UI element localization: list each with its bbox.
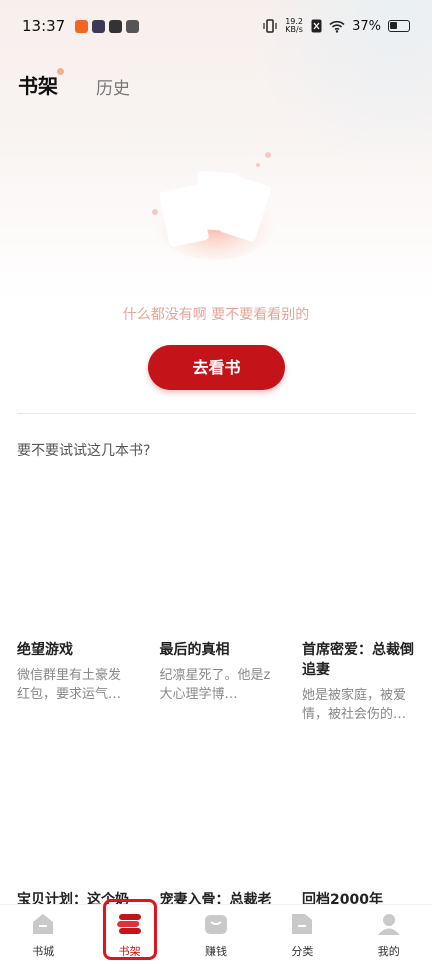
header-tabs: 书架 历史 <box>18 68 130 99</box>
wallet-icon <box>204 915 227 934</box>
tab-dot-indicator <box>57 68 64 75</box>
go-read-button[interactable]: 去看书 <box>148 345 285 390</box>
bottom-nav: 书城 书架 赚钱 分类 我的 <box>0 904 432 964</box>
battery-text: 37% <box>352 18 381 34</box>
recommend-book-grid: 绝望游戏 微信群里有土豪发红包，要求运气… 最后的真相 纪凛星死了。他是z大心理… <box>17 640 417 724</box>
nav-label: 分类 <box>291 945 314 958</box>
recommend-title: 要不要试试这几本书? <box>17 443 151 459</box>
book-card[interactable]: 首席密爱：总裁倒追妻 她是被家庭，被爱情，被社会伤的… <box>302 640 417 724</box>
bookstore-icon <box>33 914 54 934</box>
nav-item-bookstore[interactable]: 书城 <box>13 905 73 964</box>
app-notification-icon <box>92 19 106 33</box>
app-notification-icon <box>126 19 140 33</box>
book-card[interactable]: 最后的真相 纪凛星死了。他是z大心理学博… <box>160 640 275 724</box>
nav-item-earn[interactable]: 赚钱 <box>186 905 246 964</box>
app-notification-icon <box>75 19 89 33</box>
category-icon <box>292 914 313 934</box>
tab-bookshelf[interactable]: 书架 <box>18 68 64 99</box>
book-title: 最后的真相 <box>159 642 230 658</box>
profile-icon <box>377 914 400 935</box>
book-title: 首席密爱：总裁倒追妻 <box>302 642 414 678</box>
book-title: 绝望游戏 <box>17 642 73 658</box>
app-notification-icon <box>109 19 123 33</box>
nav-item-profile[interactable]: 我的 <box>359 905 419 964</box>
status-bar: 13:37 19.2 KB/s 37% <box>0 0 432 52</box>
nav-item-category[interactable]: 分类 <box>272 905 332 964</box>
empty-shelf-illustration <box>152 152 277 260</box>
net-speed-unit: KB/s <box>285 25 303 34</box>
nav-label: 赚钱 <box>204 945 227 958</box>
divider <box>17 413 416 414</box>
active-tab-highlight <box>103 899 157 960</box>
tab-history[interactable]: 历史 <box>96 74 130 99</box>
status-time: 13:37 <box>22 17 66 35</box>
vibrate-icon <box>263 19 277 33</box>
nav-label: 书城 <box>32 945 55 958</box>
battery-icon <box>388 20 410 32</box>
book-desc: 纪凛星死了。他是z大心理学博… <box>159 668 271 702</box>
wifi-icon <box>329 20 345 33</box>
nav-label: 我的 <box>377 945 400 958</box>
status-right: 19.2 KB/s 37% <box>263 18 410 34</box>
sim-off-icon <box>311 19 322 33</box>
book-desc: 微信群里有土豪发红包，要求运气… <box>17 668 122 702</box>
book-desc: 她是被家庭，被爱情，被社会伤的… <box>302 688 407 722</box>
net-speed: 19.2 KB/s <box>284 18 304 34</box>
book-card[interactable]: 绝望游戏 微信群里有土豪发红包，要求运气… <box>17 640 132 724</box>
empty-message: 什么都没有啊 要不要看看别的 <box>122 307 310 323</box>
tab-bookshelf-label: 书架 <box>18 74 58 98</box>
